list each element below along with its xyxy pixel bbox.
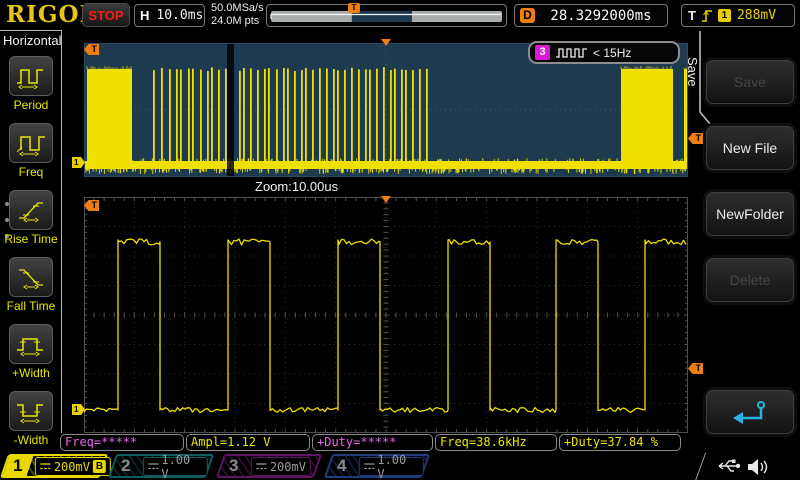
measurement-ampl: Ampl=1.12 V bbox=[186, 434, 310, 451]
dc-coupling-icon bbox=[256, 462, 267, 471]
menu-button-delete[interactable]: Delete bbox=[706, 258, 794, 302]
channel-1-scale: 200mV bbox=[54, 459, 90, 473]
channel-1-status[interactable]: 1 200mV B bbox=[0, 454, 108, 478]
dc-coupling-icon bbox=[40, 462, 51, 471]
measurement-freq-1: Freq=***** bbox=[60, 434, 184, 451]
dc-coupling-icon bbox=[148, 462, 159, 471]
trigger-source-badge: 1 bbox=[718, 9, 731, 22]
sidebar-item-rise-time[interactable] bbox=[9, 190, 53, 230]
usb-icon bbox=[714, 456, 742, 476]
minus-width-icon bbox=[15, 398, 47, 424]
rise-time-icon bbox=[15, 197, 47, 223]
run-state-badge[interactable]: STOP bbox=[82, 3, 130, 27]
sidebar-item-fall-time-label: Fall Time bbox=[0, 299, 62, 313]
sidebar-item-fall-time[interactable] bbox=[9, 257, 53, 297]
sidebar-item-freq[interactable] bbox=[9, 123, 53, 163]
sidebar-item-minus-width[interactable] bbox=[9, 391, 53, 431]
channel-3-scale-box: 200mV bbox=[251, 457, 311, 476]
trigger-time-marker-main bbox=[381, 39, 391, 46]
measurement-duty-2: +Duty=37.84 % bbox=[559, 434, 681, 451]
channel-4-scale: 1.00 V bbox=[378, 452, 419, 480]
channel-4-number: 4 bbox=[337, 456, 346, 476]
menu-button-new-folder[interactable]: NewFolder bbox=[706, 192, 794, 236]
trigger-label: T bbox=[688, 8, 696, 23]
delay-readout-box: D 28.3292000ms bbox=[514, 4, 668, 27]
delay-badge: D bbox=[520, 8, 535, 23]
channel-3-status[interactable]: 3 200mV bbox=[216, 454, 322, 478]
zoom-timebase-label: Zoom:10.00us bbox=[255, 179, 338, 194]
dc-coupling-icon bbox=[364, 462, 375, 471]
menu-button-save[interactable]: Save bbox=[706, 60, 794, 104]
zoom-waveform bbox=[84, 197, 688, 433]
sidebar-item-plus-width-label: +Width bbox=[0, 366, 62, 380]
menu-tab-label: Save bbox=[685, 57, 700, 87]
channel-2-scale: 1.00 V bbox=[162, 452, 203, 480]
channel-2-scale-box: 1.00 V bbox=[143, 457, 208, 476]
bandwidth-limit-badge: B bbox=[93, 460, 106, 473]
notification-text: < 15Hz bbox=[593, 46, 631, 60]
memory-trigger-position-flag: T bbox=[348, 3, 360, 13]
horizontal-timebase-box: H 10.0ms bbox=[134, 4, 205, 27]
rising-edge-icon bbox=[700, 8, 714, 23]
timebase-value: 10.0ms bbox=[156, 8, 203, 23]
memory-waveform-thumbnail bbox=[267, 5, 506, 26]
sidebar-item-period-label: Period bbox=[0, 98, 62, 112]
return-arrow-icon bbox=[728, 398, 772, 428]
delay-value: 28.3292000ms bbox=[535, 8, 667, 24]
channel-3-scale: 200mV bbox=[270, 459, 306, 473]
notification-channel-badge: 3 bbox=[535, 45, 550, 60]
sidebar-item-rise-time-label: Rise Time bbox=[0, 232, 62, 246]
trigger-readout-box: T 1 288mV bbox=[681, 4, 795, 27]
trigger-level-flag-main: T bbox=[688, 133, 703, 144]
channel-1-scale-box: 200mV B bbox=[35, 457, 111, 476]
fall-time-icon bbox=[15, 264, 47, 290]
trigger-notification: 3 < 15Hz bbox=[528, 41, 680, 64]
sidebar-item-minus-width-label: -Width bbox=[0, 433, 62, 447]
zoom-window-panel bbox=[84, 197, 688, 433]
h-label: H bbox=[140, 8, 149, 23]
sidebar-item-period[interactable] bbox=[9, 56, 53, 96]
channel-4-status[interactable]: 4 1.00 V bbox=[324, 454, 430, 478]
sample-rate: 50.0MSa/s bbox=[211, 2, 264, 15]
trigger-level-flag-zoom: T bbox=[688, 363, 703, 374]
channel-4-scale-box: 1.00 V bbox=[359, 457, 424, 476]
memory-position-bar[interactable] bbox=[266, 4, 507, 27]
status-bar-divider bbox=[695, 453, 706, 480]
plus-width-icon bbox=[15, 331, 47, 357]
channel-2-number: 2 bbox=[121, 456, 130, 476]
oscilloscope-screen: RIGOL STOP H 10.0ms 50.0MSa/s 24.0M pts … bbox=[0, 0, 800, 480]
freq-icon bbox=[15, 130, 47, 156]
trigger-level-value: 288mV bbox=[737, 8, 776, 23]
menu-button-back[interactable] bbox=[706, 390, 794, 434]
acquisition-info: 50.0MSa/s 24.0M pts bbox=[211, 2, 264, 28]
channel-1-number: 1 bbox=[13, 456, 22, 476]
trigger-time-marker-zoom bbox=[381, 196, 391, 203]
period-icon bbox=[15, 63, 47, 89]
sidebar-item-plus-width[interactable] bbox=[9, 324, 53, 364]
channel-3-number: 3 bbox=[229, 456, 238, 476]
memory-depth: 24.0M pts bbox=[211, 15, 264, 28]
speaker-icon bbox=[746, 456, 770, 476]
menu-button-new-file[interactable]: New File bbox=[706, 126, 794, 170]
sidebar-title: Horizontal bbox=[3, 33, 62, 48]
measurement-duty-1: +Duty=***** bbox=[312, 434, 433, 451]
sidebar-item-freq-label: Freq bbox=[0, 165, 62, 179]
channel-2-status[interactable]: 2 1.00 V bbox=[108, 454, 214, 478]
square-wave-icon bbox=[555, 46, 588, 59]
measurement-freq-2: Freq=38.6kHz bbox=[435, 434, 557, 451]
